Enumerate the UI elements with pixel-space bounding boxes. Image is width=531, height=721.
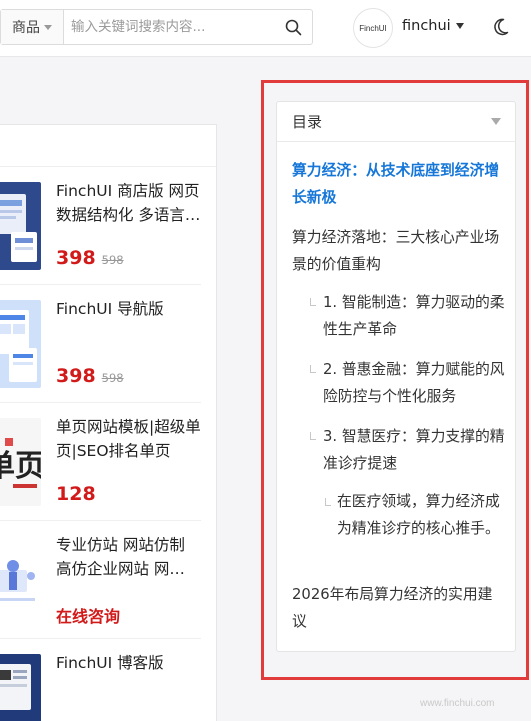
user-menu[interactable]: finchui xyxy=(402,18,464,34)
toc-header[interactable]: 目录 xyxy=(277,102,515,142)
toc-item-h2[interactable]: 算力经济落地：三大核心产业场景的价值重构 xyxy=(292,224,506,278)
table-of-contents: 目录 算力经济：从技术底座到经济增长新极 算力经济落地：三大核心产业场景的价值重… xyxy=(276,101,516,652)
dark-mode-toggle[interactable] xyxy=(490,16,512,38)
toc-item-h4[interactable]: 在医疗领域，算力经济成为精准诊疗的核心推手。 xyxy=(337,488,507,542)
search-icon xyxy=(285,19,301,35)
svg-text:单页: 单页 xyxy=(0,449,41,484)
product-title[interactable]: FinchUI 博客版 xyxy=(56,651,201,675)
toc-item-h3[interactable]: 2. 普惠金融：算力赋能的风险防控与个性化服务 xyxy=(323,356,509,410)
product-thumbnail[interactable] xyxy=(0,300,41,388)
product-item[interactable]: FinchUI 博客版 xyxy=(0,639,201,721)
product-item[interactable]: FinchUI 商店版 网页数据结构化 多语言… 398 598 xyxy=(0,167,201,285)
collapse-caret-icon[interactable] xyxy=(491,118,501,125)
toc-item-h3[interactable]: 1. 智能制造：算力驱动的柔性生产革命 xyxy=(323,289,509,343)
product-thumbnail[interactable] xyxy=(0,182,41,270)
product-title[interactable]: FinchUI 导航版 xyxy=(56,297,201,321)
current-price: 398 xyxy=(56,365,96,387)
chevron-down-icon xyxy=(44,24,52,30)
toc-item-h2[interactable]: 2026年布局算力经济的实用建议 xyxy=(292,581,506,635)
original-price: 598 xyxy=(101,371,124,385)
product-title[interactable]: 单页网站模板|超级单页|SEO排名单页 xyxy=(56,415,201,463)
toc-indent-icon xyxy=(310,298,316,306)
toc-indent-icon xyxy=(310,432,316,440)
avatar-logo-text: FinchUI xyxy=(359,23,387,33)
chevron-down-icon xyxy=(455,23,464,29)
current-price: 398 xyxy=(56,247,96,269)
product-thumbnail[interactable] xyxy=(0,654,41,721)
toc-indent-icon xyxy=(310,365,316,373)
product-thumbnail[interactable]: 单页 xyxy=(0,418,41,506)
product-price: 398 598 xyxy=(56,247,124,269)
product-thumbnail[interactable] xyxy=(0,536,41,624)
search-input[interactable] xyxy=(71,10,271,44)
current-price: 128 xyxy=(56,483,96,505)
toc-item-h1[interactable]: 算力经济：从技术底座到经济增长新极 xyxy=(292,157,506,211)
product-list-panel: FinchUI 商店版 网页数据结构化 多语言… 398 598 FinchUI… xyxy=(0,124,217,721)
search-button[interactable] xyxy=(280,14,306,40)
search-box: 商品 xyxy=(0,9,313,45)
product-title[interactable]: 专业仿站 网站仿制 高仿企业网站 网… xyxy=(56,533,201,581)
toc-item-h3[interactable]: 3. 智慧医疗：算力支撑的精准诊疗提速 xyxy=(323,423,509,477)
product-title[interactable]: FinchUI 商店版 网页数据结构化 多语言… xyxy=(56,179,201,227)
top-header: 商品 FinchUI finchui xyxy=(0,0,531,57)
panel-header xyxy=(0,125,216,167)
search-category-select[interactable]: 商品 xyxy=(1,10,64,44)
moon-icon xyxy=(494,18,509,36)
search-category-label: 商品 xyxy=(12,20,40,36)
product-price: 128 xyxy=(56,483,96,505)
username-label: finchui xyxy=(402,18,451,34)
avatar[interactable]: FinchUI xyxy=(353,8,393,48)
watermark: www.finchui.com xyxy=(420,698,495,709)
original-price: 598 xyxy=(101,253,124,267)
toc-title: 目录 xyxy=(292,113,323,131)
product-item[interactable]: FinchUI 导航版 398 598 xyxy=(0,285,201,403)
consult-link[interactable]: 在线咨询 xyxy=(56,603,120,627)
toc-indent-icon xyxy=(325,498,331,506)
product-item[interactable]: 专业仿站 网站仿制 高仿企业网站 网… 在线咨询 xyxy=(0,521,201,639)
product-price: 398 598 xyxy=(56,365,124,387)
product-item[interactable]: 单页 单页网站模板|超级单页|SEO排名单页 128 xyxy=(0,403,201,521)
